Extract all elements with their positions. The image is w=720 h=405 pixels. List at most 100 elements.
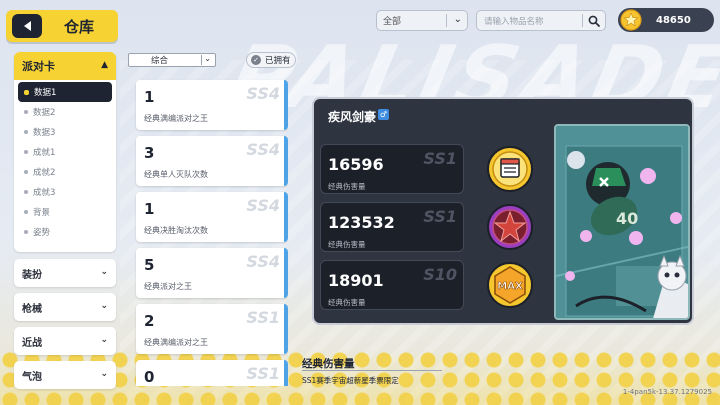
record-value: 1 [144, 88, 155, 106]
male-icon: ♂ [378, 109, 389, 120]
record-list: 1 SS4 经典满编派对之王 3 SS4 经典单人灭队次数 1 SS4 经典决胜… [128, 76, 288, 386]
nav-category-label: 枪械 [22, 303, 42, 315]
nav-sub-item[interactable]: 背景 [18, 202, 112, 222]
bottom-divider [302, 370, 442, 371]
search-divider [582, 14, 583, 27]
nav-sub-list: 数据1 数据2 数据3 成就1 成就2 成就3 背景 姿势 [14, 80, 116, 244]
star-coin-icon [620, 9, 642, 31]
nav-category-outfit[interactable]: 装扮 ⌄ [14, 259, 116, 287]
record-season: SS4 [246, 140, 280, 159]
bullet-icon [24, 89, 29, 95]
nav-category-melee[interactable]: 近战 ⌄ [14, 327, 116, 355]
nav-sub-label: 成就3 [33, 188, 56, 198]
owned-label: 已拥有 [265, 56, 291, 66]
stat-value: 18901 [328, 271, 384, 290]
stat-box: 123532 SS1 经典伤害量 [320, 202, 464, 252]
nav-sub-label: 姿势 [33, 228, 51, 238]
bullet-icon [24, 130, 28, 134]
nav-sub-item[interactable]: 成就3 [18, 182, 112, 202]
bottom-title: 经典伤害量 [302, 358, 355, 370]
chevron-down-icon: ⌄ [204, 54, 211, 63]
bullet-icon [24, 230, 28, 234]
nav-category-label: 气泡 [22, 371, 42, 383]
sort-value: 综合 [151, 56, 169, 66]
chevron-down-icon: ⌄ [100, 369, 108, 379]
record-stripe [284, 80, 288, 130]
chevron-down-icon: ⌄ [100, 335, 108, 345]
record-stripe [284, 192, 288, 242]
player-name: 疾风剑豪 [328, 110, 377, 124]
character-card: 40 [554, 124, 690, 320]
star-emblem-badge-icon [487, 204, 533, 250]
record-stripe [284, 360, 288, 386]
chevron-up-icon: ▲ [101, 60, 108, 70]
record-card[interactable]: 1 SS4 经典满编派对之王 [136, 80, 288, 130]
record-card[interactable]: 2 SS1 经典满编派对之王 [136, 304, 288, 354]
record-value: 5 [144, 256, 155, 274]
card-number: 40 [616, 209, 638, 228]
stat-season: SS1 [423, 207, 457, 226]
nav-sub-item[interactable]: 姿势 [18, 222, 112, 242]
nav-sub-item[interactable]: 成就1 [18, 142, 112, 162]
stat-value: 123532 [328, 213, 395, 232]
stat-season: S10 [423, 265, 457, 284]
chevron-down-icon: ⌄ [453, 14, 462, 25]
record-stripe [284, 136, 288, 186]
nav-sub-label: 数据3 [33, 128, 56, 138]
nav-sub-label: 成就2 [33, 168, 56, 178]
record-stripe [284, 248, 288, 298]
sort-dropdown[interactable]: 综合 ⌄ [128, 53, 216, 67]
nav-category-label: 装扮 [22, 269, 42, 281]
record-season: SS4 [246, 84, 280, 103]
record-value: 1 [144, 200, 155, 218]
nav-sub-item[interactable]: 成就2 [18, 162, 112, 182]
record-value: 3 [144, 144, 155, 162]
record-desc: 经典决胜淘汰次数 [144, 226, 208, 235]
stat-season: SS1 [423, 149, 457, 168]
record-season: SS4 [246, 252, 280, 271]
build-version: 1-4pan5k-13.37.1279025 [622, 388, 712, 396]
nav-sub-label: 成就1 [33, 148, 56, 158]
stat-label: 经典伤害量 [328, 240, 366, 249]
stat-label: 经典伤害量 [328, 298, 366, 307]
record-value: 2 [144, 312, 155, 330]
nav-category-label: 近战 [22, 337, 42, 349]
owned-filter-toggle[interactable]: ✓ 已拥有 [246, 52, 296, 68]
nav-sub-item[interactable]: 数据2 [18, 102, 112, 122]
nav-sub-label: 数据2 [33, 108, 56, 118]
nav-category-firearms[interactable]: 枪械 ⌄ [14, 293, 116, 321]
nav-group-label: 派对卡 [22, 60, 55, 73]
nav-sub-item[interactable]: 数据3 [18, 122, 112, 142]
bullet-icon [24, 170, 28, 174]
badge-max-text: MAX [497, 281, 523, 292]
record-card[interactable]: 3 SS4 经典单人灭队次数 [136, 136, 288, 186]
record-desc: 经典满编派对之王 [144, 338, 208, 347]
nav-group-party-card: 派对卡 ▲ 数据1 数据2 数据3 成就1 成就2 成就3 背景 姿势 [14, 52, 116, 252]
filter-value: 全部 [383, 17, 402, 27]
filter-dropdown[interactable]: 全部 ⌄ [376, 10, 468, 31]
nav-sub-item[interactable]: 数据1 [18, 82, 112, 102]
record-desc: 经典满编派对之王 [144, 114, 208, 123]
record-card[interactable]: 5 SS4 经典派对之王 [136, 248, 288, 298]
bullet-icon [24, 210, 28, 214]
nav-group-header[interactable]: 派对卡 ▲ [14, 52, 116, 80]
record-card[interactable]: 0 SS1 [136, 360, 288, 386]
stat-value: 16596 [328, 155, 384, 174]
record-card[interactable]: 1 SS4 经典决胜淘汰次数 [136, 192, 288, 242]
record-season: SS1 [246, 364, 280, 383]
search-placeholder: 请输入物品名称 [484, 16, 544, 27]
search-icon[interactable] [588, 15, 600, 27]
stat-box: 18901 S10 经典伤害量 [320, 260, 464, 310]
record-stripe [284, 304, 288, 354]
bullet-icon [24, 150, 28, 154]
record-desc: 经典单人灭队次数 [144, 170, 208, 179]
character-illustration: 40 [556, 126, 688, 318]
max-badge-icon: MAX [487, 262, 533, 308]
back-button[interactable] [12, 14, 42, 38]
stat-label: 经典伤害量 [328, 182, 366, 191]
filter-divider [446, 14, 447, 27]
stat-box: 16596 SS1 经典伤害量 [320, 144, 464, 194]
nav-category-bubble[interactable]: 气泡 ⌄ [14, 361, 116, 389]
page-title: 仓库 [64, 17, 95, 36]
search-input[interactable]: 请输入物品名称 [476, 10, 606, 31]
